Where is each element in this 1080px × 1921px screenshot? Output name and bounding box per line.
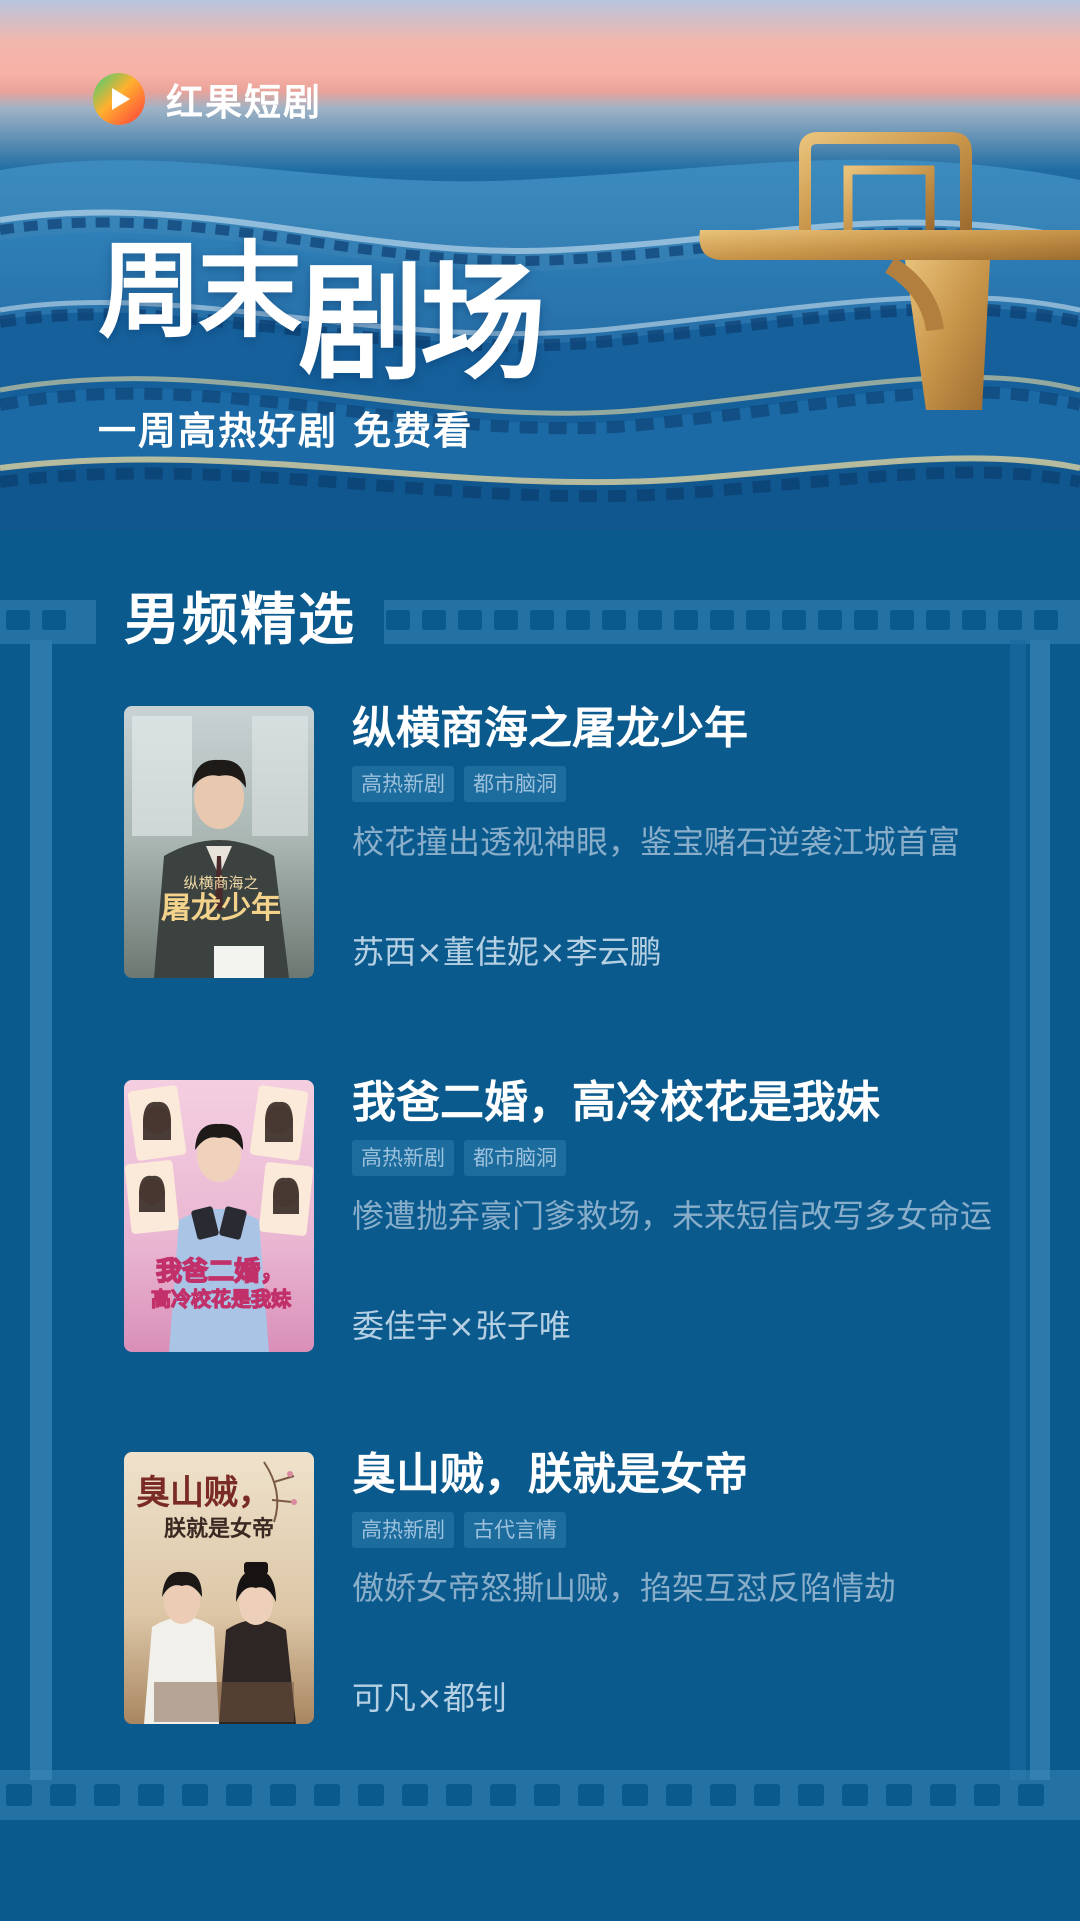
hero-title-part1: 周末 [98,229,302,352]
poster-image: 我爸二婚， 高冷校花是我妹 [124,1080,314,1352]
poster-title-line2: 朕就是女帝 [164,1516,274,1542]
drama-tag[interactable]: 高热新剧 [352,1512,454,1548]
drama-description: 惨遭抛弃豪门爹救场，未来短信改写多女命运 [352,1197,993,1235]
drama-tag[interactable]: 高热新剧 [352,766,454,802]
hero-title: 周末剧场 [98,220,546,387]
poster-image: 纵横商海之 屠龙少年 [124,706,314,978]
drama-title[interactable]: 纵横商海之屠龙少年 [352,698,992,760]
hero-subtitle: 一周高热好剧 免费看 [98,409,474,453]
poster-title-line1: 我爸二婚， [156,1257,286,1287]
drama-cast: 委佳宇×张子唯 [352,1307,571,1345]
drama-poster[interactable]: 纵横商海之 屠龙少年 [124,706,314,978]
drama-tag[interactable]: 都市脑洞 [464,766,566,802]
drama-card[interactable]: 我爸二婚， 高冷校花是我妹 我爸二婚，高冷校花是我妹 高热新剧 都市脑洞 惨遭抛… [124,1077,992,1352]
drama-description: 校花撞出透视神眼，鉴宝赌石逆袭江城首富 [352,823,961,861]
drama-title[interactable]: 臭山贼，朕就是女帝 [352,1444,992,1506]
section-title: 男频精选 [96,578,384,662]
drama-title[interactable]: 我爸二婚，高冷校花是我妹 [352,1072,992,1134]
drama-poster[interactable]: 臭山贼， 朕就是女帝 [124,1452,314,1724]
film-strip-bottom [0,1770,1080,1820]
drama-card[interactable]: 臭山贼， 朕就是女帝 臭山贼， 朕就是女帝 高热新剧 古代言情 傲娇女帝怒撕山贼，… [124,1449,984,1724]
drama-cast: 苏西×董佳妮×李云鹏 [352,933,662,971]
hero-banner: 红果短剧 周末剧场 一周高热好剧 免费看 [0,0,1080,570]
film-edge-left [30,640,52,1780]
poster-title-line1: 臭山贼， [136,1473,272,1513]
drama-info: 我爸二婚，高冷校花是我妹 高热新剧 都市脑洞 惨遭抛弃豪门爹救场，未来短信改写多… [352,1072,992,1352]
drama-tags: 高热新剧 都市脑洞 [352,766,992,802]
drama-info: 纵横商海之屠龙少年 高热新剧 都市脑洞 校花撞出透视神眼，鉴宝赌石逆袭江城首富 … [352,698,992,978]
drama-tag[interactable]: 都市脑洞 [464,1140,566,1176]
hongguo-logo-icon [93,73,145,125]
poster-title-line2: 高冷校花是我妹 [151,1287,292,1311]
poster-image: 臭山贼， 朕就是女帝 [124,1452,314,1724]
brand-name: 红果短剧 [166,81,322,124]
drama-tag[interactable]: 古代言情 [464,1512,566,1548]
diving-board-illustration [699,132,1080,410]
drama-card[interactable]: 纵横商海之 屠龙少年 纵横商海之屠龙少年 高热新剧 都市脑洞 校花撞出透视神眼，… [124,703,984,978]
drama-tags: 高热新剧 都市脑洞 [352,1140,992,1176]
drama-cast: 可凡×都钊 [352,1679,507,1717]
drama-poster[interactable]: 我爸二婚， 高冷校花是我妹 [124,1080,314,1352]
poster-title-line2: 屠龙少年 [161,891,281,926]
drama-description: 傲娇女帝怒撕山贼，掐架互怼反陷情劫 [352,1569,897,1607]
film-edge-right [1030,640,1050,1780]
drama-tag[interactable]: 高热新剧 [352,1140,454,1176]
poster-title-line1: 纵横商海之 [183,874,258,892]
brand-logo: 红果短剧 [90,70,322,128]
hero-title-part2: 剧场 [298,249,546,397]
drama-tags: 高热新剧 古代言情 [352,1512,992,1548]
drama-info: 臭山贼，朕就是女帝 高热新剧 古代言情 傲娇女帝怒撕山贼，掐架互怼反陷情劫 可凡… [352,1444,992,1724]
film-edge-inner-right [1010,640,1026,1780]
